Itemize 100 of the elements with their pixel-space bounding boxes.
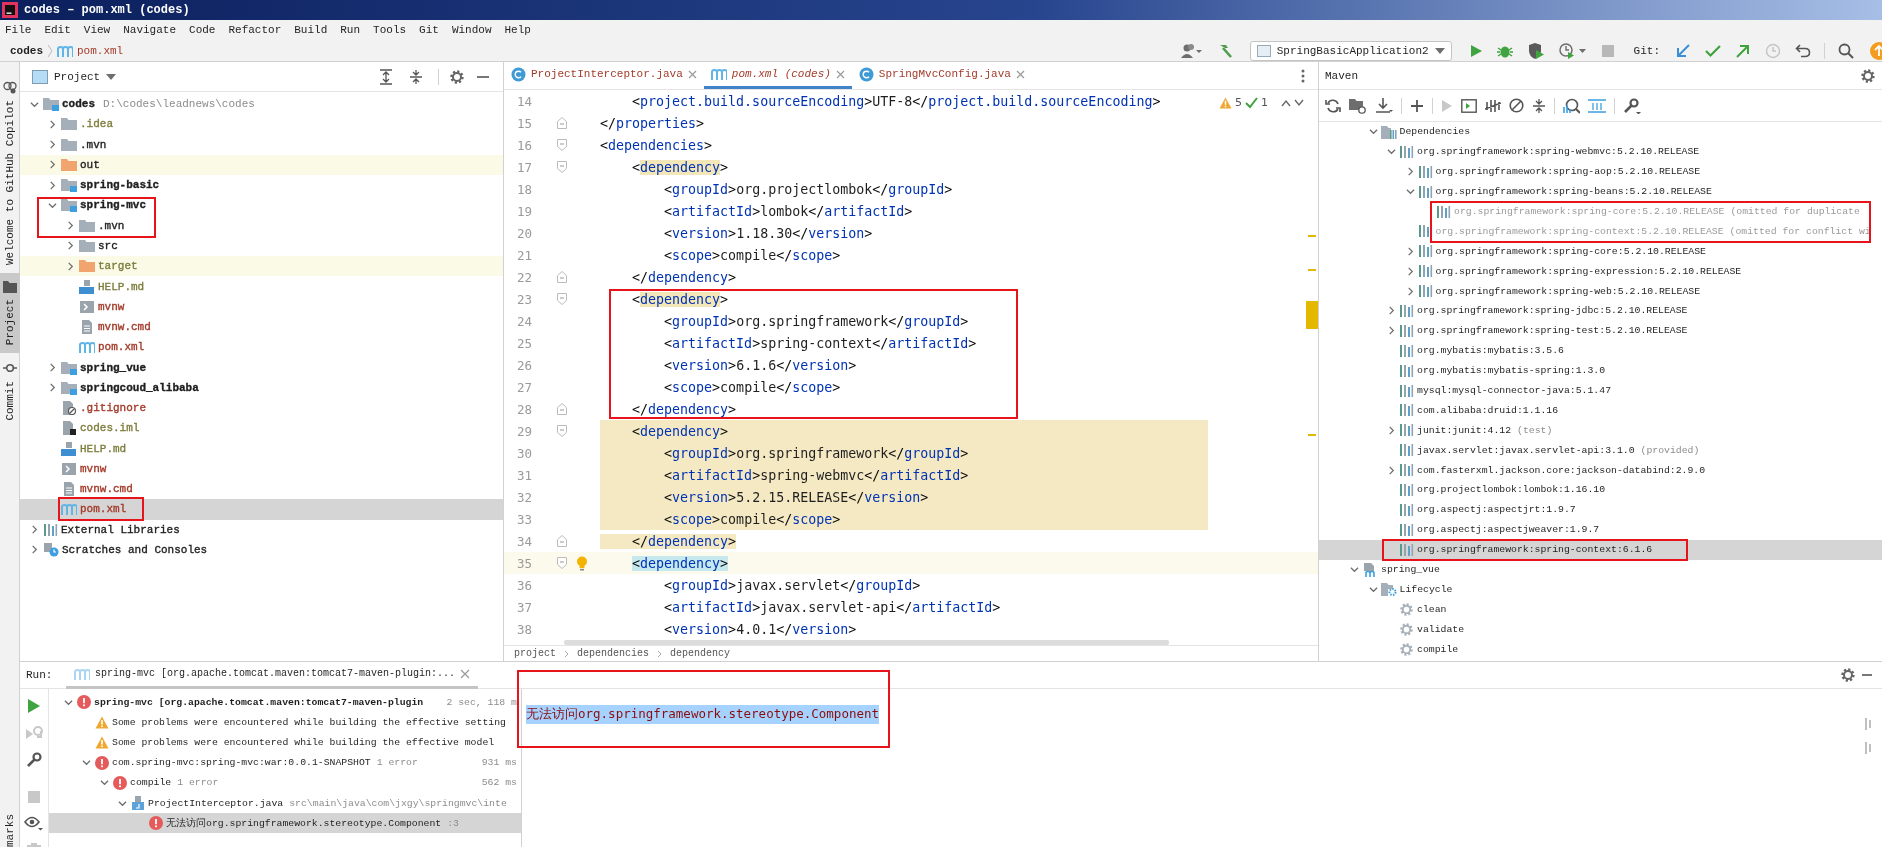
panel-title[interactable]: Project <box>54 70 101 83</box>
tree-row[interactable]: pom.xml <box>20 337 503 358</box>
tree-row[interactable]: src <box>20 235 503 257</box>
tree-row[interactable]: javax.servlet:javax.servlet-api:3.1.0 (provided) <box>1319 440 1882 461</box>
chevron-down-icon[interactable] <box>1405 187 1415 197</box>
chevron-right-icon[interactable] <box>1387 326 1396 336</box>
skip-tests-icon[interactable] <box>1485 97 1501 114</box>
tool-window-tab[interactable]: Welcome to GitHub Copilot <box>0 72 20 274</box>
tree-row[interactable]: codes.iml <box>20 418 503 439</box>
close-icon[interactable] <box>687 69 697 79</box>
profiler-icon[interactable] <box>1558 42 1587 59</box>
run-icon[interactable] <box>27 698 41 714</box>
fold-marker-icon[interactable] <box>557 293 567 305</box>
tree-row[interactable]: org.projectlombok:lombok:1.16.10 <box>1319 480 1882 500</box>
breadcrumb-item[interactable]: dependencies <box>577 648 650 659</box>
chevron-down-icon[interactable] <box>1368 584 1378 594</box>
tool-window-tab[interactable]: marks <box>0 814 20 847</box>
horizontal-scrollbar[interactable] <box>564 640 1169 645</box>
chevron-right-icon[interactable] <box>47 140 57 150</box>
fold-marker-icon[interactable] <box>557 161 567 173</box>
tree-row[interactable]: .mvn <box>20 134 503 155</box>
tree-row[interactable]: .mvn <box>20 215 503 236</box>
menu-item[interactable]: Code <box>189 24 216 36</box>
menu-item[interactable]: Edit <box>44 24 71 36</box>
coverage-icon[interactable] <box>1526 42 1545 59</box>
chevron-right-icon[interactable] <box>1405 286 1415 296</box>
menu-item[interactable]: Run <box>340 24 361 36</box>
tree-row[interactable]: spring-basic <box>20 175 503 196</box>
close-icon[interactable] <box>1015 69 1025 79</box>
close-icon[interactable] <box>835 69 845 79</box>
fold-marker-icon[interactable] <box>557 425 567 437</box>
menu-item[interactable]: Tools <box>373 24 407 36</box>
tree-row[interactable]: HELP.md <box>20 276 503 297</box>
chevron-down-icon[interactable] <box>99 778 109 788</box>
menu-item[interactable]: Git <box>419 24 439 36</box>
chevron-right-icon[interactable] <box>47 363 57 373</box>
chevron-right-icon[interactable] <box>65 221 75 231</box>
tree-row[interactable]: org.mybatis:mybatis-spring:1.3.0 <box>1319 360 1882 381</box>
tree-row[interactable]: mvnw <box>20 458 503 480</box>
menu-item[interactable]: File <box>5 24 32 36</box>
menu-item[interactable]: Window <box>451 24 492 36</box>
wrench-icon[interactable] <box>1623 97 1641 114</box>
fold-marker-icon[interactable] <box>557 557 567 569</box>
tree-row[interactable]: codes D:\codes\leadnews\codes <box>20 94 503 115</box>
fold-marker-icon[interactable] <box>557 535 567 547</box>
chevron-up-icon[interactable] <box>1281 98 1291 107</box>
tree-row[interactable]: org.springframework:spring-core:5.2.10.RELEASE <box>1319 241 1882 262</box>
breadcrumb-item[interactable]: pom.xml <box>77 44 124 57</box>
tool-window-tab[interactable]: Project <box>0 273 20 354</box>
terminal-icon[interactable] <box>1461 98 1477 113</box>
tree-row[interactable]: validate <box>1319 619 1882 640</box>
user-icon[interactable] <box>1180 42 1203 59</box>
menu-item[interactable]: Build <box>294 24 328 36</box>
chevron-down-icon[interactable] <box>63 697 73 707</box>
tree-row[interactable]: org.springframework:spring-context:6.1.6 <box>1319 539 1882 560</box>
editor-tab[interactable]: ProjectInterceptor.java <box>504 62 704 89</box>
close-icon[interactable] <box>460 668 471 679</box>
tree-row[interactable]: org.springframework:spring-expression:5.2.10.RELEASE <box>1319 261 1882 282</box>
chevron-right-icon[interactable] <box>1387 425 1396 435</box>
tree-row[interactable]: .gitignore <box>20 398 503 419</box>
run-icon[interactable] <box>1468 43 1483 58</box>
collapse-all-icon[interactable] <box>409 68 423 85</box>
tree-row[interactable]: pom.xml <box>20 499 503 520</box>
update-arrow-icon[interactable] <box>1675 42 1691 59</box>
chevron-right-icon[interactable] <box>1387 306 1396 316</box>
tree-row[interactable]: compile 1 error 562 ms <box>49 772 521 793</box>
chevron-right-icon[interactable] <box>29 545 39 555</box>
tree-row[interactable]: HELP.md <box>20 438 503 459</box>
chevron-down-icon[interactable] <box>1350 565 1359 575</box>
chevron-right-icon[interactable] <box>47 160 57 170</box>
run-tab[interactable]: spring-mvc [org.apache.tomcat.maven:tomcat7-maven-plugin:... <box>66 661 479 689</box>
expand-all-icon[interactable] <box>379 68 393 85</box>
fold-marker-icon[interactable] <box>557 271 567 283</box>
tree-row[interactable]: com.alibaba:druid:1.1.16 <box>1319 400 1882 421</box>
breadcrumb-item[interactable]: codes <box>10 44 43 57</box>
tree-row[interactable]: junit:junit:4.12 (test) <box>1319 420 1882 441</box>
fold-marker-icon[interactable] <box>557 139 567 151</box>
add-icon[interactable] <box>1410 98 1424 113</box>
tree-row[interactable]: org.springframework:spring-jdbc:5.2.10.RELEASE <box>1319 301 1882 321</box>
menu-item[interactable]: View <box>83 24 111 36</box>
tree-row[interactable]: com.fasterxml.jackson.core:jackson-databind:2.9.0 <box>1319 460 1882 481</box>
check-icon[interactable] <box>1245 96 1258 109</box>
tree-row[interactable]: org.springframework:spring-test:5.2.10.RELEASE <box>1319 320 1882 341</box>
chevron-down-icon[interactable] <box>117 798 127 808</box>
chevron-right-icon[interactable] <box>1387 465 1396 475</box>
revert-icon[interactable] <box>1795 42 1811 59</box>
tree-row[interactable]: Some problems were encountered while building the effective model <box>49 732 521 753</box>
tree-row[interactable]: Scratches and Consoles <box>20 539 503 561</box>
tree-row[interactable]: org.mybatis:mybatis:3.5.6 <box>1319 340 1882 361</box>
chevron-right-icon[interactable] <box>47 180 57 190</box>
caret-icon[interactable] <box>106 73 117 80</box>
chevron-down-icon[interactable] <box>1387 147 1396 157</box>
chevron-down-icon[interactable] <box>1294 98 1304 107</box>
tree-row[interactable]: Some problems were encountered while building the effective setting <box>49 712 521 733</box>
chevron-down-icon[interactable] <box>47 200 57 210</box>
tree-row[interactable]: spring_vue <box>20 357 503 378</box>
chevron-down-icon[interactable] <box>29 99 39 109</box>
folder-sync-icon[interactable] <box>1349 97 1367 114</box>
chevron-right-icon[interactable] <box>65 241 75 251</box>
editor-tab[interactable]: pom.xml (codes) <box>703 62 852 89</box>
